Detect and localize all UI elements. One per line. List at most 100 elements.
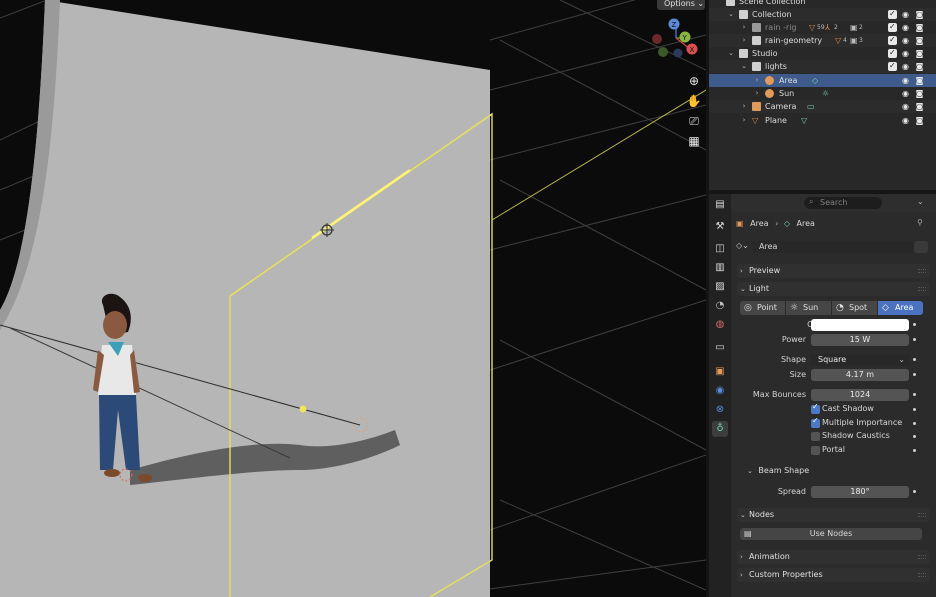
outliner-row-camera[interactable]: › Camera ▭ ◉ ◙	[709, 100, 936, 113]
camera-render-icon[interactable]: ◙	[915, 116, 924, 125]
light-type-area[interactable]: ◇ Area	[878, 301, 923, 315]
exclude-checkbox[interactable]	[888, 33, 897, 46]
exclude-checkbox[interactable]	[888, 46, 897, 59]
output-tab-icon[interactable]: ▥	[712, 260, 728, 276]
drag-grip-icon[interactable]	[918, 513, 926, 517]
hand-pan-icon[interactable]: ✋	[686, 93, 702, 109]
camera-render-icon[interactable]: ◙	[915, 76, 924, 85]
spread-field[interactable]: 180°	[811, 486, 909, 498]
keyframe-dot[interactable]	[913, 435, 916, 438]
outliner-row-plane[interactable]: › ▽ Plane ▽ ◉ ◙	[709, 114, 936, 127]
datablock-browse-button[interactable]: ◇⌄	[736, 241, 750, 253]
camera-render-icon[interactable]: ◙	[915, 36, 924, 45]
keyframe-dot[interactable]	[913, 490, 916, 493]
eye-icon[interactable]: ◉	[901, 49, 910, 58]
eye-icon[interactable]: ◉	[901, 10, 910, 19]
power-field[interactable]: 15 W	[811, 334, 909, 346]
light-type-point[interactable]: ◎ Point	[740, 301, 785, 315]
size-field[interactable]: 4.17 m	[811, 369, 909, 381]
camera-render-icon[interactable]: ◙	[915, 89, 924, 98]
outliner-row-sun[interactable]: › Sun ☼ ◉ ◙	[709, 87, 936, 100]
keyframe-dot[interactable]	[913, 373, 916, 376]
drag-grip-icon[interactable]	[918, 287, 926, 291]
use-nodes-button[interactable]: ▤ Use Nodes	[740, 528, 922, 540]
camera-render-icon[interactable]: ◙	[915, 10, 924, 19]
subpanel-beam-shape[interactable]: ⌄ Beam Shape	[747, 465, 809, 477]
editor-type-icon[interactable]: ▤	[712, 197, 728, 213]
scene-tab-icon[interactable]: ◔	[712, 298, 728, 314]
world-tab-icon[interactable]: ◍	[712, 317, 728, 333]
outliner-row-rain-geometry[interactable]: › rain-geometry ▽ 4 ▣ 3 ◉ ◙	[709, 33, 936, 47]
chevron-down-icon[interactable]: ⌄	[917, 197, 924, 206]
chevron-right-icon[interactable]: ›	[753, 74, 761, 87]
outliner-row-scene-collection[interactable]: Scene Collection	[709, 0, 936, 8]
outliner-row-area[interactable]: › Area ◇ ◉ ◙	[709, 74, 936, 87]
fake-user-button[interactable]	[914, 241, 928, 253]
chevron-right-icon[interactable]: ›	[740, 34, 748, 47]
eye-icon[interactable]: ◉	[901, 23, 910, 32]
outliner-row-studio[interactable]: ⌄ Studio ◉ ◙	[709, 46, 936, 60]
panel-light[interactable]: Light	[737, 282, 930, 296]
max-bounces-field[interactable]: 1024	[811, 389, 909, 401]
drag-grip-icon[interactable]	[918, 573, 926, 577]
eye-icon[interactable]: ◉	[901, 89, 910, 98]
light-type-spot[interactable]: ◔ Spot	[832, 301, 877, 315]
drag-grip-icon[interactable]	[918, 555, 926, 559]
chevron-down-icon[interactable]: ⌄	[740, 60, 748, 73]
shape-dropdown[interactable]: Square ⌄	[811, 354, 909, 366]
chevron-down-icon[interactable]: ⌄	[727, 47, 735, 60]
eye-icon[interactable]: ◉	[901, 76, 910, 85]
keyframe-dot[interactable]	[913, 358, 916, 361]
properties-editor[interactable]: ▤ ⚒ ◫ ▥ ▨ ◔ ◍ ▭ ▣ ◉ ⊗ ♁ ⌕ Search ⌄ ▣ Are…	[709, 194, 936, 597]
camera-render-icon[interactable]: ◙	[915, 49, 924, 58]
keyframe-dot[interactable]	[913, 449, 916, 452]
eye-icon[interactable]: ◉	[901, 102, 910, 111]
cast-shadow-checkbox[interactable]	[811, 402, 820, 414]
light-type-sun[interactable]: ☼ Sun	[786, 301, 831, 315]
eye-icon[interactable]: ◉	[901, 62, 910, 71]
chevron-right-icon[interactable]: ›	[740, 100, 748, 113]
exclude-checkbox[interactable]	[888, 20, 897, 33]
light-data-tab-icon[interactable]: ♁	[712, 421, 728, 437]
camera-render-icon[interactable]: ◙	[915, 62, 924, 71]
shadow-caustics-checkbox[interactable]	[811, 432, 820, 441]
keyframe-dot[interactable]	[913, 323, 916, 326]
outliner[interactable]: Scene Collection ⌄ Collection ◉ ◙ › rain…	[709, 0, 936, 190]
camera-view-icon[interactable]: ⎚	[686, 113, 702, 129]
keyframe-dot[interactable]	[913, 393, 916, 396]
chevron-right-icon[interactable]: ›	[740, 21, 748, 34]
portal-checkbox[interactable]	[811, 446, 820, 455]
datablock-name-field[interactable]: Area	[752, 241, 914, 253]
exclude-checkbox[interactable]	[888, 7, 897, 20]
drag-grip-icon[interactable]	[918, 269, 926, 273]
chevron-right-icon[interactable]: ›	[740, 114, 748, 127]
chevron-down-icon[interactable]: ⌄	[727, 8, 735, 21]
constraints-tab-icon[interactable]: ⊗	[712, 402, 728, 418]
panel-nodes[interactable]: Nodes	[737, 508, 930, 522]
grid-ortho-icon[interactable]: ▦	[686, 133, 702, 149]
panel-custom-properties[interactable]: Custom Properties	[737, 568, 930, 582]
exclude-checkbox[interactable]	[888, 59, 897, 72]
chevron-right-icon[interactable]: ›	[753, 87, 761, 100]
view-layer-tab-icon[interactable]: ▨	[712, 279, 728, 295]
render-tab-icon[interactable]: ◫	[712, 241, 728, 257]
eye-icon[interactable]: ◉	[901, 36, 910, 45]
outliner-row-collection[interactable]: ⌄ Collection ◉ ◙	[709, 7, 936, 21]
panel-animation[interactable]: Animation	[737, 550, 930, 564]
keyframe-dot[interactable]	[913, 422, 916, 425]
camera-render-icon[interactable]: ◙	[915, 23, 924, 32]
pin-icon[interactable]: ⚲	[917, 218, 923, 227]
keyframe-dot[interactable]	[913, 338, 916, 341]
outliner-row-rain-rig[interactable]: › rain -rig ▽ 59 ⅄ 2 ▣ 2 ◉ ◙	[709, 20, 936, 34]
tool-tab-icon[interactable]: ⚒	[712, 219, 728, 235]
eye-icon[interactable]: ◉	[901, 116, 910, 125]
keyframe-dot[interactable]	[913, 408, 916, 411]
panel-preview[interactable]: Preview	[737, 264, 930, 278]
multiple-importance-checkbox[interactable]	[811, 416, 820, 428]
outliner-row-lights[interactable]: ⌄ lights ◉ ◙	[709, 59, 936, 73]
camera-render-icon[interactable]: ◙	[915, 102, 924, 111]
color-swatch[interactable]	[811, 319, 909, 331]
options-button[interactable]: Options ⌄	[657, 0, 705, 10]
3d-viewport[interactable]: Z Y X Options ⌄ ⊕ ✋ ⎚ ▦	[0, 0, 706, 597]
search-input[interactable]: ⌕ Search	[804, 197, 882, 209]
